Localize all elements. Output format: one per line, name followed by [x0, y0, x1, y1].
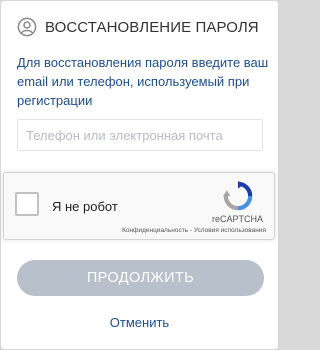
recaptcha-logo-icon: [223, 181, 253, 211]
recaptcha-checkbox[interactable]: [15, 192, 39, 216]
user-icon: [17, 17, 37, 37]
continue-button[interactable]: ПРОДОЛЖИТЬ: [17, 260, 264, 296]
recaptcha-links: Конфиденциальность - Условия использован…: [122, 227, 266, 234]
instructions-text: Для восстановления пароля введите ваш em…: [17, 55, 269, 108]
recaptcha-privacy-link[interactable]: Конфиденциальность: [122, 227, 188, 234]
panel-header: ВОССТАНОВЛЕНИЕ ПАРОЛЯ: [17, 16, 268, 38]
recaptcha-label: Я не робот: [52, 199, 118, 214]
cancel-link[interactable]: Отменить: [1, 315, 278, 330]
recaptcha-brand: reCAPTCHA: [212, 214, 264, 224]
recaptcha-terms-link[interactable]: Условия использования: [194, 227, 266, 234]
contact-input[interactable]: [17, 119, 263, 151]
page-title: ВОССТАНОВЛЕНИЕ ПАРОЛЯ: [45, 18, 259, 36]
recaptcha-widget: Я не робот reCAPTCHA Конфиденциальность …: [3, 172, 275, 240]
password-recovery-panel: ВОССТАНОВЛЕНИЕ ПАРОЛЯ Для восстановления…: [0, 0, 279, 350]
